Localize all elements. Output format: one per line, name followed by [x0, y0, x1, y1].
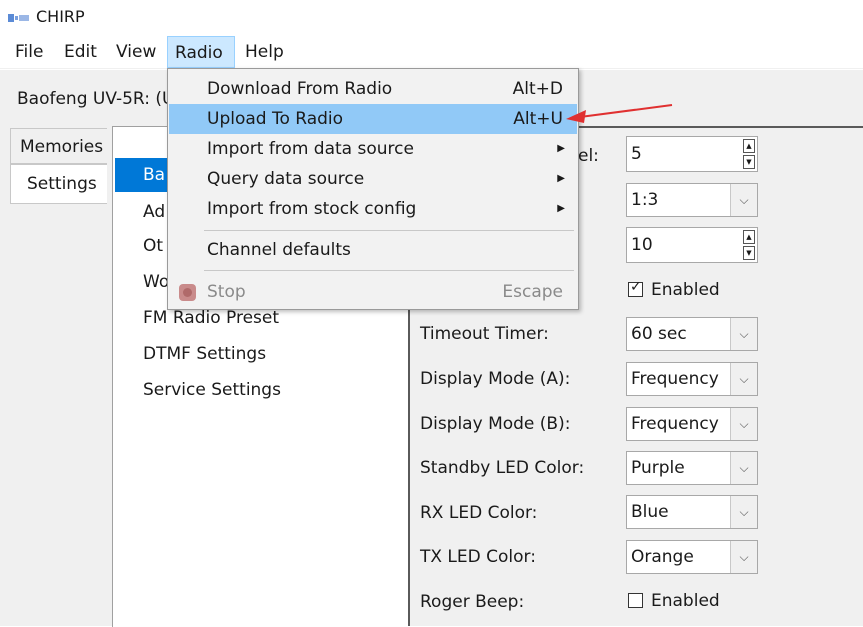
menu-item-label: Query data source: [207, 169, 365, 189]
spin-up-icon[interactable]: ▲: [743, 139, 755, 153]
tree-item-fm-radio-preset[interactable]: FM Radio Preset: [143, 308, 279, 328]
tab-settings[interactable]: Settings: [10, 164, 107, 204]
menu-item-import-from-stock-config[interactable]: Import from stock config ▶: [169, 194, 577, 224]
app-icon: [8, 14, 29, 22]
shortcut-label: Alt+D: [512, 79, 563, 99]
stop-icon: [179, 284, 196, 301]
tree-item-other[interactable]: Ot: [143, 236, 163, 256]
menu-item-label: Stop: [207, 282, 246, 302]
chevron-down-icon[interactable]: ⌵: [730, 541, 757, 573]
display-mode-b-value: Frequency: [631, 414, 719, 434]
tx-led-combo[interactable]: Orange ⌵: [626, 540, 758, 574]
tx-led-label: TX LED Color:: [420, 547, 536, 567]
annotation-arrow-icon: [566, 104, 673, 123]
checkbox-label: Enabled: [651, 591, 720, 611]
menu-view[interactable]: View: [109, 36, 163, 68]
submenu-arrow-icon: ▶: [557, 143, 565, 154]
checkbox-label: Enabled: [651, 280, 720, 300]
menu-item-query-data-source[interactable]: Query data source ▶: [169, 164, 577, 194]
tree-item-service-settings[interactable]: Service Settings: [143, 380, 281, 400]
radio-dropdown-menu: Download From Radio Alt+D Upload To Radi…: [167, 68, 579, 310]
standby-led-combo[interactable]: Purple ⌵: [626, 451, 758, 485]
display-mode-a-value: Frequency: [631, 369, 719, 389]
roger-beep-label: Roger Beep:: [420, 592, 525, 612]
menu-item-label: Import from data source: [207, 139, 414, 159]
menu-item-stop: Stop Escape: [169, 277, 577, 307]
submenu-arrow-icon: ▶: [557, 173, 565, 184]
standby-led-label: Standby LED Color:: [420, 458, 585, 478]
chevron-down-icon[interactable]: ⌵: [730, 496, 757, 528]
title-bar: CHIRP: [0, 0, 863, 36]
spin-down-icon[interactable]: ▼: [743, 246, 755, 260]
roger-beep-checkbox[interactable]: Enabled: [628, 591, 720, 611]
menu-item-import-from-data-source[interactable]: Import from data source ▶: [169, 134, 577, 164]
chevron-down-icon[interactable]: ⌵: [730, 408, 757, 440]
display-mode-a-label: Display Mode (A):: [420, 369, 571, 389]
timeout-label: Timeout Timer:: [420, 324, 549, 344]
tx-led-value: Orange: [631, 547, 694, 567]
menu-edit[interactable]: Edit: [57, 36, 104, 68]
checkbox-box[interactable]: [628, 593, 643, 608]
rx-led-label: RX LED Color:: [420, 503, 538, 523]
tree-item-work-mode[interactable]: Wo: [143, 272, 169, 292]
menu-file[interactable]: File: [8, 36, 50, 68]
step-combo[interactable]: 1:3 ⌵: [626, 183, 758, 217]
window-title: CHIRP: [36, 7, 85, 26]
chevron-down-icon[interactable]: ⌵: [730, 318, 757, 350]
timeout-combo[interactable]: 60 sec ⌵: [626, 317, 758, 351]
vox-value: 10: [631, 235, 653, 255]
tree-item-advanced[interactable]: Ad: [143, 202, 165, 222]
display-mode-a-combo[interactable]: Frequency ⌵: [626, 362, 758, 396]
chevron-down-icon[interactable]: ⌵: [730, 363, 757, 395]
menu-item-upload-to-radio[interactable]: Upload To Radio Alt+U: [169, 104, 577, 134]
shortcut-label: Escape: [502, 282, 563, 302]
squelch-spinbox[interactable]: 5 ▲ ▼: [626, 136, 758, 172]
rx-led-combo[interactable]: Blue ⌵: [626, 495, 758, 529]
check-mark-icon: ✓: [630, 279, 642, 295]
radio-model-label: Baofeng UV-5R: (U: [17, 89, 175, 109]
tree-item-dtmf-settings[interactable]: DTMF Settings: [143, 344, 266, 364]
step-value: 1:3: [631, 190, 659, 210]
display-mode-b-combo[interactable]: Frequency ⌵: [626, 407, 758, 441]
squelch-label-partial: el:: [578, 146, 599, 166]
rx-led-value: Blue: [631, 502, 669, 522]
menu-bar: File Edit View Radio Help: [0, 36, 863, 69]
menu-item-label: Import from stock config: [207, 199, 417, 219]
menu-help[interactable]: Help: [238, 36, 291, 68]
tab-memories[interactable]: Memories: [10, 128, 107, 164]
spin-up-icon[interactable]: ▲: [743, 230, 755, 244]
display-mode-b-label: Display Mode (B):: [420, 414, 571, 434]
checkbox-box[interactable]: ✓: [628, 279, 643, 297]
menu-item-download-from-radio[interactable]: Download From Radio Alt+D: [169, 74, 577, 104]
standby-led-value: Purple: [631, 458, 685, 478]
menu-item-label: Upload To Radio: [207, 109, 344, 129]
chevron-down-icon[interactable]: ⌵: [730, 452, 757, 484]
timeout-value: 60 sec: [631, 324, 687, 344]
chevron-down-icon[interactable]: ⌵: [730, 184, 757, 216]
menu-item-channel-defaults[interactable]: Channel defaults: [169, 235, 577, 265]
menu-separator: [204, 270, 574, 271]
menu-separator: [204, 230, 574, 231]
squelch-value: 5: [631, 144, 642, 164]
enabled-checkbox-1[interactable]: ✓ Enabled: [628, 279, 720, 300]
submenu-arrow-icon: ▶: [557, 203, 565, 214]
menu-item-label: Download From Radio: [207, 79, 393, 99]
shortcut-label: Alt+U: [513, 109, 563, 129]
vox-spinbox[interactable]: 10 ▲ ▼: [626, 227, 758, 263]
menu-radio[interactable]: Radio: [167, 36, 235, 68]
spin-down-icon[interactable]: ▼: [743, 155, 755, 169]
menu-item-label: Channel defaults: [207, 240, 351, 260]
